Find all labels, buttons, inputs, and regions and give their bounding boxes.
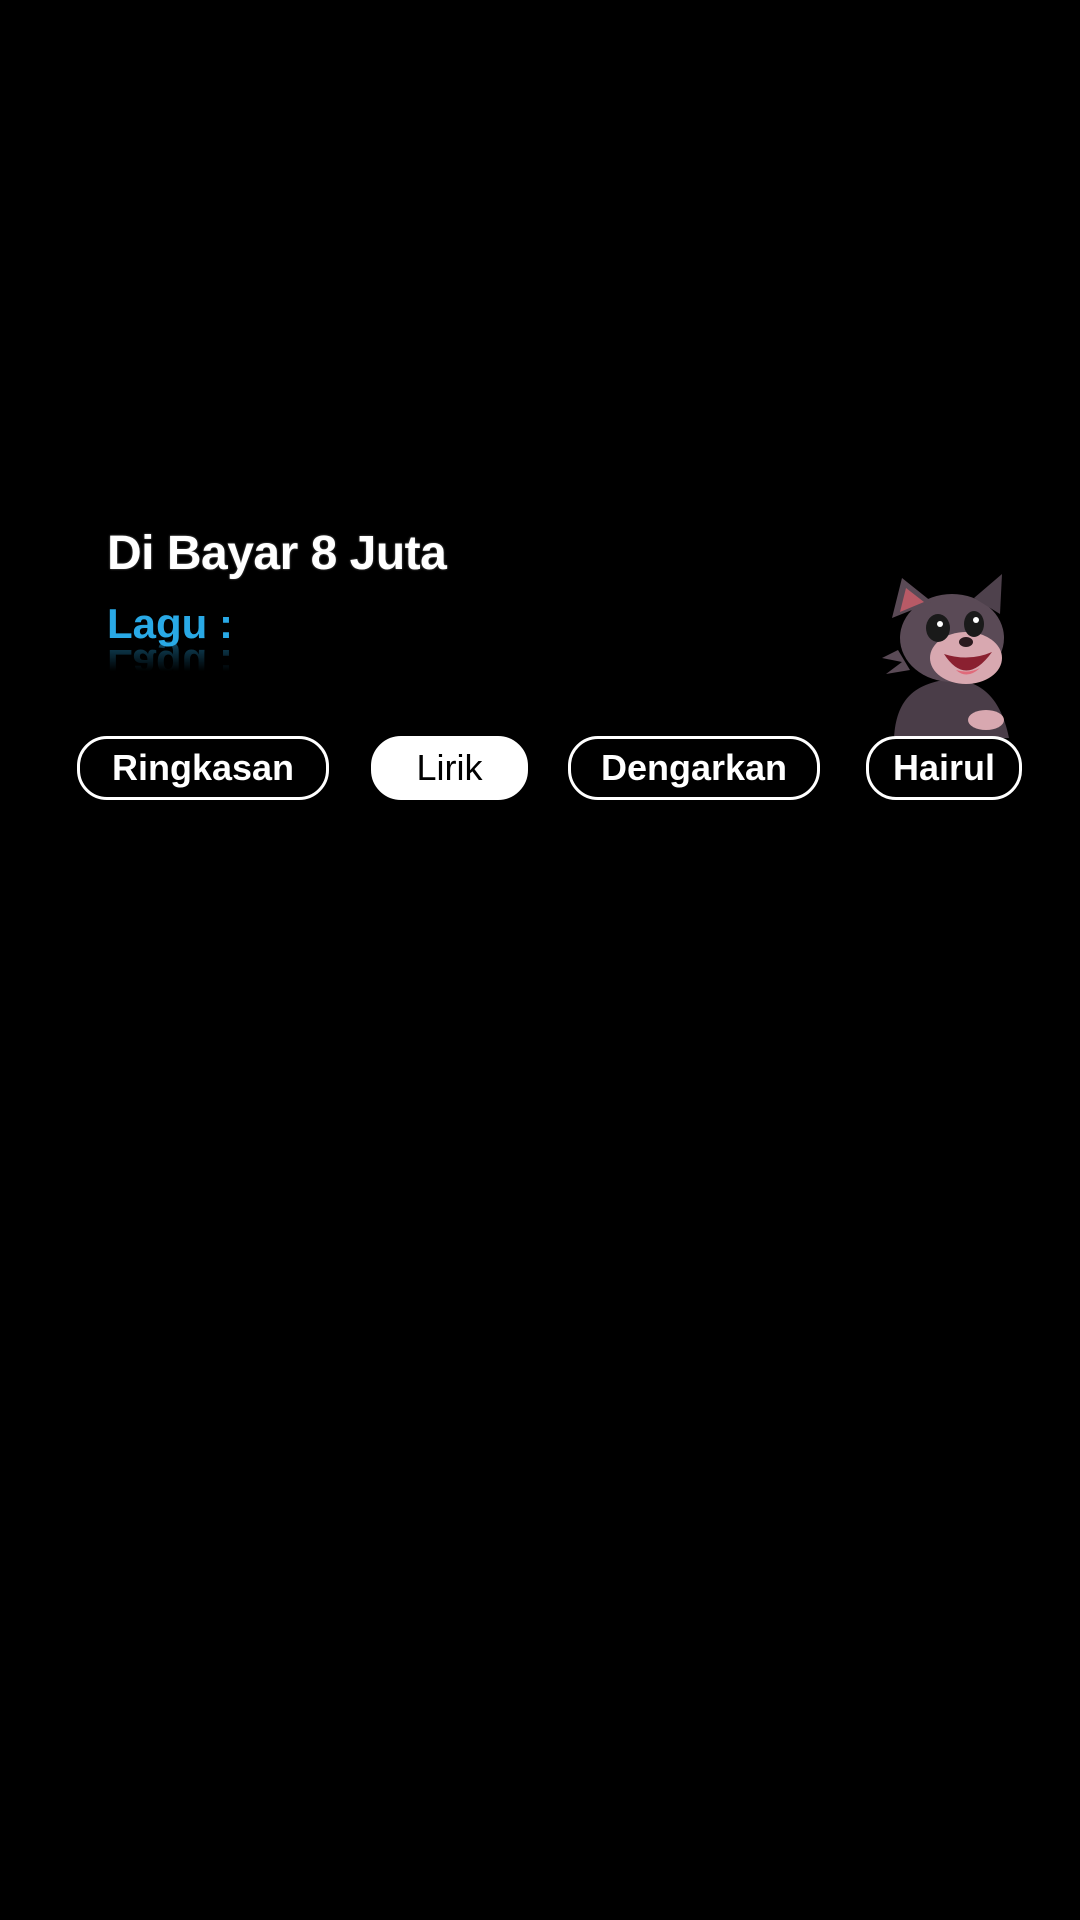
song-title: Di Bayar 8 Juta <box>107 527 447 580</box>
tab-hairul[interactable]: Hairul <box>866 736 1022 800</box>
tab-ringkasan[interactable]: Ringkasan <box>77 736 329 800</box>
tab-bar: Ringkasan Lirik Dengarkan Hairul <box>0 736 1080 800</box>
tab-lirik[interactable]: Lirik <box>371 736 528 800</box>
cartoon-cat-icon <box>874 570 1024 738</box>
song-label-reflection: Lagu : <box>107 641 233 688</box>
tab-dengarkan[interactable]: Dengarkan <box>568 736 820 800</box>
